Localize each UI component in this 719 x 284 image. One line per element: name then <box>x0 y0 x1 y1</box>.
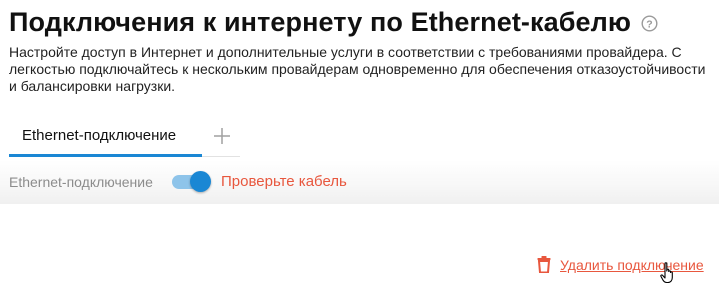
page-header: Подключения к интернету по Ethernet-кабе… <box>9 5 658 39</box>
connection-status-row: Ethernet-подключение Проверьте кабель <box>0 160 719 204</box>
delete-connection-label: Удалить подключение <box>560 256 704 273</box>
toggle-knob <box>190 171 211 192</box>
tab-ethernet-connection[interactable]: Ethernet-подключение <box>9 120 202 157</box>
cable-warning-text: Проверьте кабель <box>221 173 347 190</box>
connection-label: Ethernet-подключение <box>9 174 153 190</box>
svg-text:?: ? <box>646 18 652 30</box>
hand-cursor-icon <box>660 262 673 284</box>
page-title: Подключения к интернету по Ethernet-кабе… <box>9 7 632 37</box>
delete-connection-button[interactable]: Удалить подключение <box>537 256 704 273</box>
connection-tabs: Ethernet-подключение <box>9 120 240 157</box>
page-description: Настройте доступ в Интернет и дополнител… <box>9 44 706 94</box>
plus-icon[interactable] <box>212 125 232 147</box>
trash-icon <box>537 256 551 273</box>
connection-toggle[interactable] <box>172 170 212 192</box>
tab-label: Ethernet-подключение <box>22 127 177 144</box>
help-circle-icon[interactable]: ? <box>641 15 658 32</box>
